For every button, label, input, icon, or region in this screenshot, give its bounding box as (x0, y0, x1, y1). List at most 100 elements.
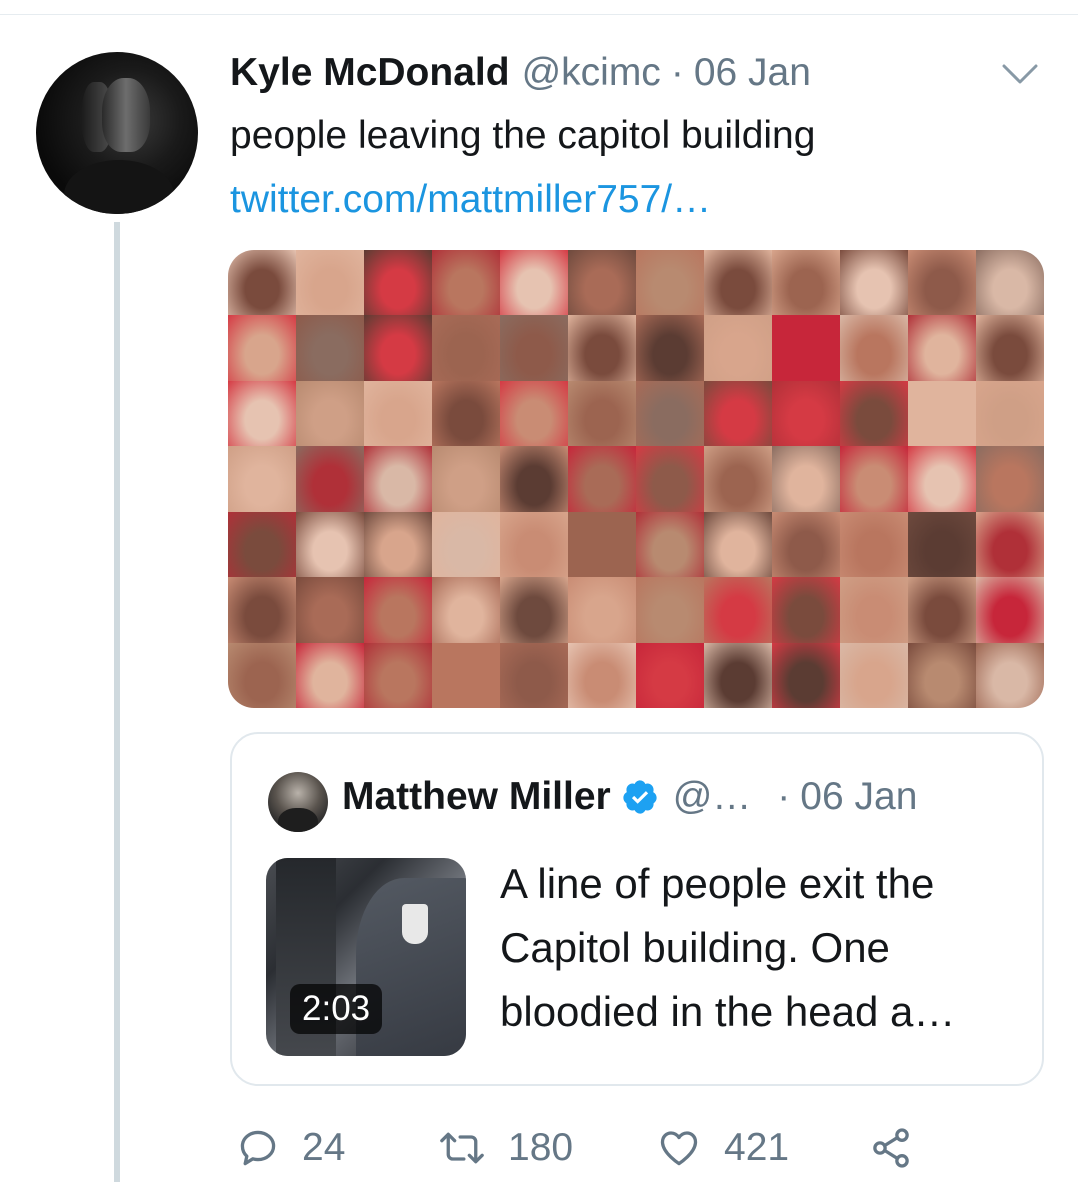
face-tile (976, 250, 1044, 316)
face-tile (704, 315, 772, 381)
tweet-link[interactable]: twitter.com/mattmiller757/… (230, 178, 711, 222)
face-tile (772, 511, 840, 578)
face-tile (432, 642, 500, 708)
face-tile (364, 511, 432, 578)
heart-icon (660, 1131, 698, 1166)
face-tile (704, 511, 772, 578)
tweet-media-image[interactable] (228, 250, 1044, 708)
face-tile (228, 250, 296, 316)
author-name[interactable]: Kyle McDonald (230, 51, 510, 95)
quote-separator-dot: · (777, 775, 791, 818)
tweet-header: Kyle McDonald @kcimc · 06 Jan (230, 50, 811, 96)
face-tile (296, 642, 364, 708)
top-divider (0, 14, 1078, 15)
face-tile (840, 642, 908, 708)
like-button[interactable]: 421 (656, 1118, 789, 1178)
face-tile (296, 446, 364, 512)
face-tile (704, 642, 772, 708)
face-tile (908, 642, 976, 708)
quote-author-handle[interactable]: @… (673, 775, 752, 819)
action-bar: 24 180 421 (0, 1118, 1078, 1178)
face-tile (296, 250, 364, 316)
face-tile (772, 642, 840, 708)
quote-video-thumbnail[interactable]: 2:03 (266, 858, 466, 1056)
face-tile (636, 577, 704, 643)
author-handle[interactable]: @kcimc (522, 51, 661, 95)
face-tile (704, 577, 772, 643)
quote-time[interactable]: 06 Jan (800, 775, 917, 819)
face-tile (228, 511, 296, 578)
face-tile (296, 380, 364, 447)
face-tile (500, 380, 568, 447)
face-tile (704, 380, 772, 447)
face-tile (500, 446, 568, 512)
face-tile (432, 315, 500, 381)
face-tile (296, 577, 364, 643)
face-tile (636, 250, 704, 316)
retweet-icon (440, 1132, 484, 1164)
quote-text-line: A line of people exit the (500, 860, 935, 907)
face-tile (908, 577, 976, 643)
quote-header: Matthew Miller @… · 06 Jan (342, 772, 917, 822)
face-tile (704, 250, 772, 316)
face-tile (840, 446, 908, 512)
reply-count: 24 (302, 1126, 346, 1169)
face-tile (500, 642, 568, 708)
face-tile (908, 511, 976, 578)
share-icon (873, 1128, 909, 1168)
face-tile (636, 642, 704, 708)
tweet-page: Kyle McDonald @kcimc · 06 Jan people lea… (0, 0, 1078, 1182)
face-tile (772, 446, 840, 512)
face-tile (976, 446, 1044, 512)
quote-author-avatar[interactable] (268, 772, 328, 832)
face-tile (976, 642, 1044, 708)
face-tile (840, 315, 908, 381)
face-tile (636, 511, 704, 578)
face-tile (704, 446, 772, 512)
quoted-tweet-card[interactable]: Matthew Miller @… · 06 Jan 2:03 A line o… (230, 732, 1044, 1086)
author-avatar[interactable] (36, 52, 198, 214)
face-tile (568, 577, 636, 643)
quote-text-line: Capitol building. One (500, 924, 890, 971)
share-button[interactable] (868, 1118, 936, 1178)
face-tile (432, 380, 500, 447)
face-tile (364, 380, 432, 447)
face-tile (840, 577, 908, 643)
retweet-count: 180 (508, 1126, 574, 1169)
face-tile (568, 380, 636, 447)
face-tile (636, 380, 704, 447)
face-tile (568, 446, 636, 512)
retweet-button[interactable]: 180 (438, 1118, 573, 1178)
avatar-face (102, 78, 150, 152)
quote-avatar-suit (278, 808, 318, 832)
face-tile (500, 577, 568, 643)
face-tile (500, 250, 568, 316)
face-tile (976, 577, 1044, 643)
face-tile (636, 315, 704, 381)
avatar-shoulders (64, 160, 174, 214)
quote-author-name[interactable]: Matthew Miller (342, 775, 611, 819)
face-tile (568, 642, 636, 708)
face-tile (432, 250, 500, 316)
like-count: 421 (724, 1126, 790, 1169)
face-tile (976, 315, 1044, 381)
face-tile (568, 315, 636, 381)
reply-button[interactable]: 24 (236, 1118, 345, 1178)
face-tile (840, 380, 908, 447)
video-duration: 2:03 (290, 984, 383, 1034)
face-tile (432, 446, 500, 512)
chevron-down-icon[interactable] (1000, 60, 1040, 88)
face-tile (500, 315, 568, 381)
tweet-time[interactable]: 06 Jan (694, 51, 811, 95)
face-tile (228, 315, 296, 381)
thumb-badge (402, 904, 428, 944)
face-tile (364, 315, 432, 381)
face-tile (908, 446, 976, 512)
face-tile (976, 511, 1044, 578)
face-tile (364, 642, 432, 708)
face-tile (228, 642, 296, 708)
face-tile (364, 250, 432, 316)
tweet-text: people leaving the capitol building (230, 114, 816, 157)
quote-text-line: bloodied in the head a… (500, 988, 956, 1035)
reply-icon (240, 1130, 276, 1166)
